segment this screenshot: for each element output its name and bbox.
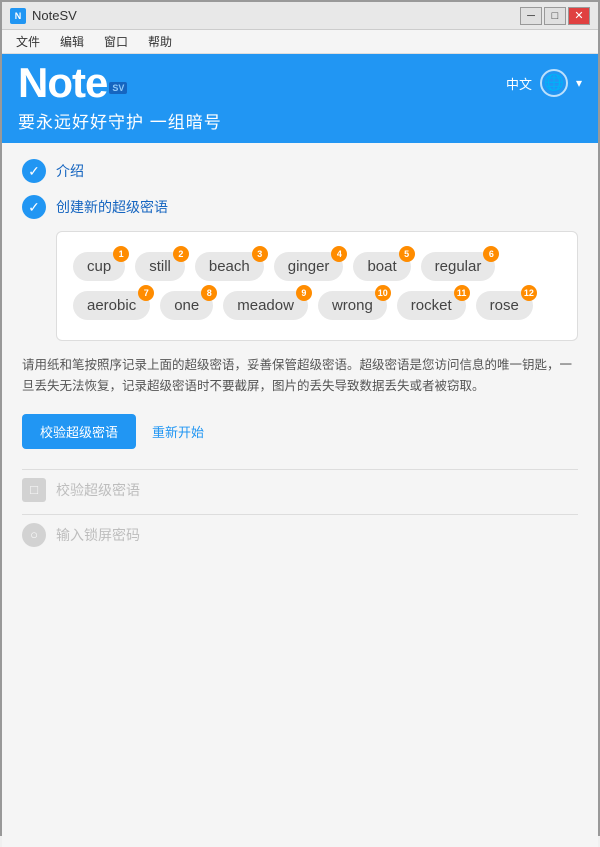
step-intro-icon: ✓: [22, 159, 46, 183]
close-button[interactable]: ✕: [568, 7, 590, 25]
minimize-button[interactable]: ─: [520, 7, 542, 25]
word-cloud-box: cup1 still2 beach3 ginger4 boat5 regular6 aero…: [56, 231, 578, 341]
step-lockscreen-icon: ○: [22, 523, 46, 547]
step-intro-label: 介绍: [56, 161, 84, 181]
word-text: cup: [87, 258, 111, 275]
step-create: ✓ 创建新的超级密语: [22, 195, 578, 219]
title-bar: N NoteSV ─ □ ✕: [2, 2, 598, 30]
app-icon: N: [10, 8, 26, 24]
menu-edit[interactable]: 编辑: [52, 31, 92, 52]
word-chip: wrong10: [318, 291, 387, 320]
step-verify-disabled: □ 校验超级密语: [22, 478, 578, 502]
header-right: 中文 🌐 ▾: [506, 69, 582, 97]
word-text: rocket: [411, 297, 452, 314]
step-create-icon: ✓: [22, 195, 46, 219]
divider: [22, 469, 578, 470]
word-text: regular: [435, 258, 482, 275]
menu-bar: 文件 编辑 窗口 帮助: [2, 30, 598, 54]
word-number-badge: 1: [113, 246, 129, 262]
word-text: beach: [209, 258, 250, 275]
app-title: NoteSV: [32, 8, 77, 23]
word-number-badge: 8: [201, 285, 217, 301]
header-top: NoteSV 中文 🌐 ▾: [18, 62, 582, 104]
step-intro: ✓ 介绍: [22, 159, 578, 183]
step-verify-icon: □: [22, 478, 46, 502]
word-chip: boat5: [353, 252, 410, 281]
word-chip: aerobic7: [73, 291, 150, 320]
word-number-badge: 4: [331, 246, 347, 262]
word-number-badge: 3: [252, 246, 268, 262]
word-chip: cup1: [73, 252, 125, 281]
word-chip: regular6: [421, 252, 496, 281]
word-number-badge: 6: [483, 246, 499, 262]
step-create-label: 创建新的超级密语: [56, 197, 168, 217]
word-text: ginger: [288, 258, 330, 275]
word-number-badge: 12: [521, 285, 537, 301]
word-chip: rose12: [476, 291, 533, 320]
app-logo: NoteSV: [18, 62, 127, 104]
word-text: meadow: [237, 297, 294, 314]
header-subtitle: 要永远好好守护 一组暗号: [18, 108, 582, 133]
word-chip: meadow9: [223, 291, 308, 320]
info-text: 请用纸和笔按照序记录上面的超级密语，妥善保管超级密语。超级密语是您访问信息的唯一…: [22, 355, 578, 398]
step-lockscreen-disabled: ○ 输入锁屏密码: [22, 523, 578, 547]
word-number-badge: 2: [173, 246, 189, 262]
word-text: wrong: [332, 297, 373, 314]
divider2: [22, 514, 578, 515]
word-text: still: [149, 258, 171, 275]
step-verify-label: 校验超级密语: [56, 480, 140, 500]
main-content: ✓ 介绍 ✓ 创建新的超级密语 cup1still2beach3ginger4b…: [2, 143, 598, 847]
globe-icon[interactable]: 🌐: [540, 69, 568, 97]
restart-button[interactable]: 重新开始: [152, 422, 204, 441]
word-chip: beach3: [195, 252, 264, 281]
word-number-badge: 11: [454, 285, 470, 301]
verify-button[interactable]: 校验超级密语: [22, 414, 136, 449]
language-label: 中文: [506, 74, 532, 93]
menu-help[interactable]: 帮助: [140, 31, 180, 52]
step-lockscreen-label: 输入锁屏密码: [56, 525, 140, 545]
word-text: rose: [490, 297, 519, 314]
maximize-button[interactable]: □: [544, 7, 566, 25]
button-row: 校验超级密语 重新开始: [22, 414, 578, 449]
word-text: boat: [367, 258, 396, 275]
app-title-large: Note: [18, 59, 107, 106]
word-number-badge: 5: [399, 246, 415, 262]
word-chip: ginger4: [274, 252, 344, 281]
dropdown-arrow-icon[interactable]: ▾: [576, 76, 582, 90]
word-number-badge: 7: [138, 285, 154, 301]
word-number-badge: 10: [375, 285, 391, 301]
word-chip: one8: [160, 291, 213, 320]
title-bar-controls[interactable]: ─ □ ✕: [520, 7, 590, 25]
menu-file[interactable]: 文件: [8, 31, 48, 52]
word-number-badge: 9: [296, 285, 312, 301]
app-header: NoteSV 中文 🌐 ▾ 要永远好好守护 一组暗号: [2, 54, 598, 143]
word-chip: still2: [135, 252, 185, 281]
word-text: aerobic: [87, 297, 136, 314]
menu-window[interactable]: 窗口: [96, 31, 136, 52]
word-chip: rocket11: [397, 291, 466, 320]
word-text: one: [174, 297, 199, 314]
sv-badge: SV: [109, 82, 127, 94]
title-bar-left: N NoteSV: [10, 8, 77, 24]
